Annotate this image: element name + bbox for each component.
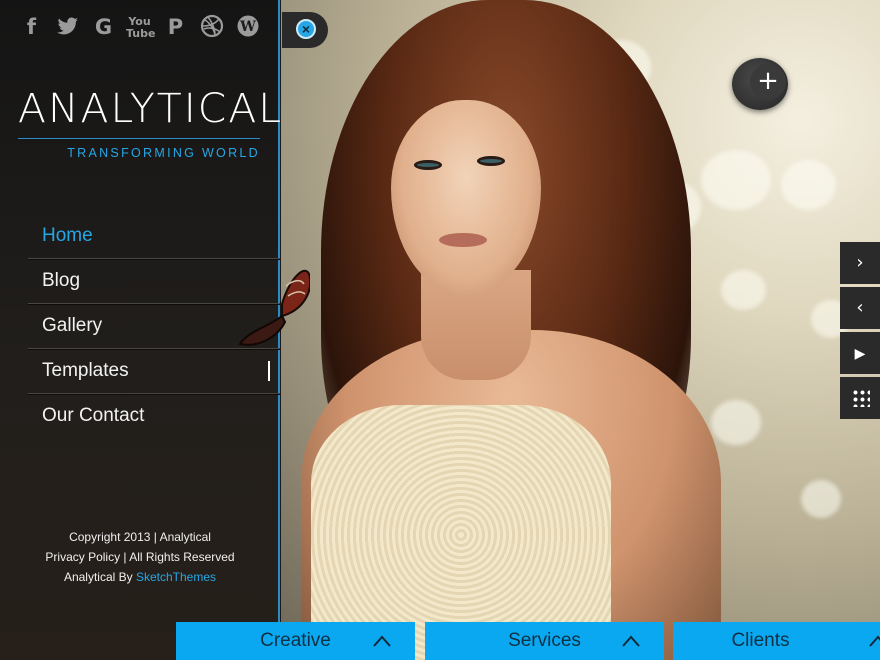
next-slide-button[interactable]: › <box>840 242 880 284</box>
tab-label: Clients <box>731 630 790 651</box>
nav-item-home[interactable]: Home <box>28 214 280 259</box>
svg-text:W: W <box>239 19 256 35</box>
credit-text: Analytical By SketchThemes <box>0 567 280 587</box>
nav-item-label: Templates <box>42 360 129 381</box>
plus-icon: + <box>750 64 786 100</box>
social-links: f G You Tube P W <box>18 14 261 43</box>
tab-clients[interactable]: Clients <box>673 622 880 660</box>
dribbble-icon[interactable] <box>198 14 225 41</box>
nav-item-label: Gallery <box>42 315 103 336</box>
pinterest-icon[interactable]: P <box>162 14 189 41</box>
site-logo[interactable]: ANALYTICAL TRANSFORMING WORLD <box>18 84 281 160</box>
sketchthemes-link[interactable]: SketchThemes <box>136 570 216 584</box>
sidebar-close-toggle[interactable]: × <box>282 12 328 48</box>
nav-item-label: Home <box>42 225 93 246</box>
page: f G You Tube P W ANALYTICAL TRANSFORMING … <box>0 0 880 660</box>
nav-item-templates[interactable]: Templates <box>28 349 280 394</box>
copyright-text: Copyright 2013 | Analytical <box>69 530 211 544</box>
butterfly-image <box>238 269 310 346</box>
nav-item-our-contact[interactable]: Our Contact <box>28 394 280 438</box>
logo-name: ANALYTICAL <box>18 86 284 132</box>
nav-item-label: Blog <box>42 270 81 291</box>
logo-divider <box>18 138 260 139</box>
facebook-icon[interactable]: f <box>18 14 45 41</box>
credit-prefix: Analytical By <box>63 570 136 584</box>
play-icon: ▶ <box>854 346 866 362</box>
thumbnails-button[interactable] <box>840 377 880 419</box>
play-button[interactable]: ▶ <box>840 332 880 374</box>
privacy-text: Privacy Policy | All Rights Reserved <box>45 550 235 564</box>
expand-button[interactable]: + <box>732 58 788 110</box>
youtube-icon[interactable]: You Tube <box>126 14 155 43</box>
logo-tagline: TRANSFORMING WORLD <box>67 146 260 160</box>
chevron-right-icon: › <box>856 252 864 273</box>
chevron-left-icon: ‹ <box>856 297 864 318</box>
tab-creative[interactable]: Creative <box>176 622 415 660</box>
tab-services[interactable]: Services <box>425 622 664 660</box>
chevron-up-icon <box>622 635 640 647</box>
grid-icon <box>852 389 870 407</box>
twitter-icon[interactable] <box>54 14 81 41</box>
chevron-up-icon <box>373 635 391 647</box>
close-icon: × <box>296 19 316 39</box>
prev-slide-button[interactable]: ‹ <box>840 287 880 329</box>
chevron-up-icon <box>869 635 880 647</box>
google-icon[interactable]: G <box>90 14 117 41</box>
sidebar-footer: Copyright 2013 | Analytical Privacy Poli… <box>0 527 280 587</box>
nav-item-label: Our Contact <box>42 405 145 426</box>
hero-background-image <box>281 0 880 660</box>
wordpress-icon[interactable]: W <box>234 14 261 41</box>
text-cursor <box>268 361 270 381</box>
